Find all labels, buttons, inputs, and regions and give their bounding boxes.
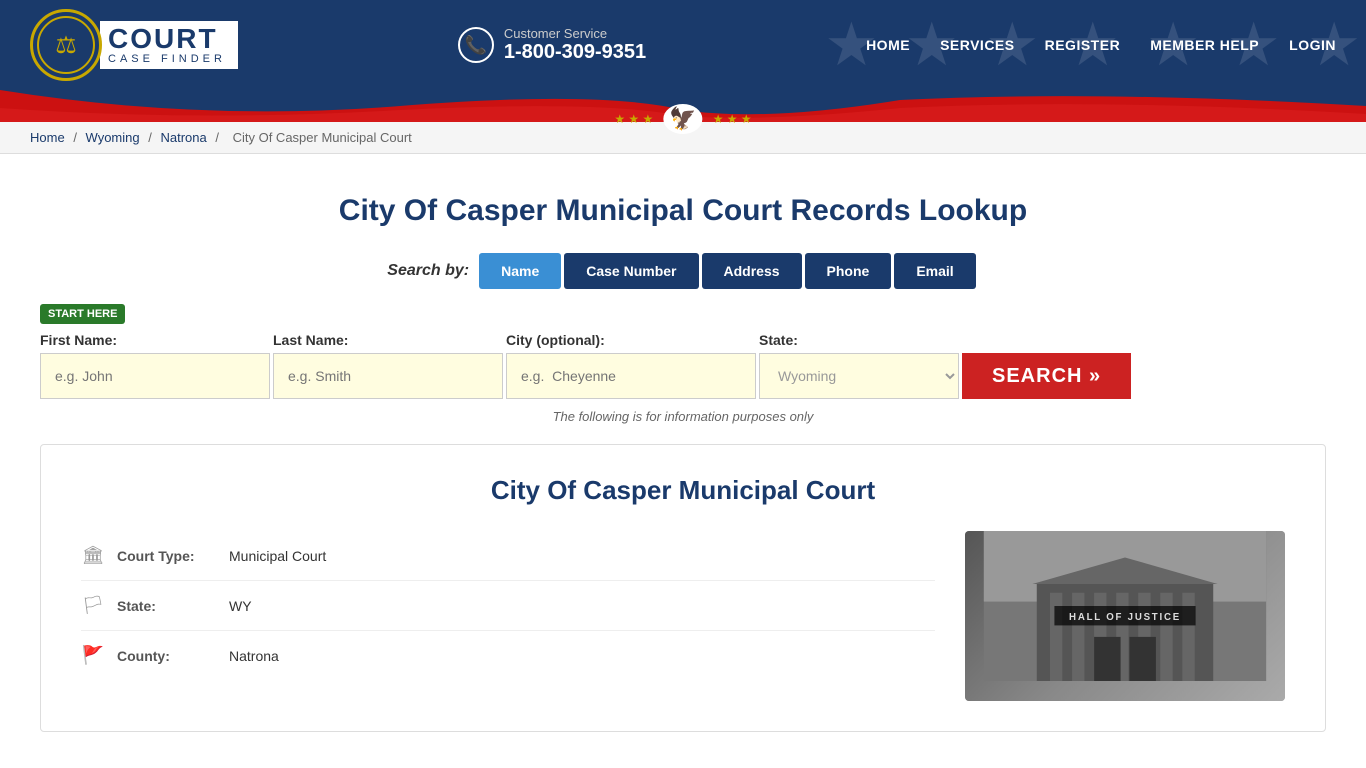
first-name-label: First Name: (40, 332, 270, 348)
breadcrumb-current: City Of Casper Municipal Court (233, 130, 412, 145)
county-row: 🚩 County: Natrona (81, 631, 935, 680)
gavel-icon: ⚖ (55, 31, 77, 60)
eagle-stars-row: ★ ★ ★ 🦅 ★ ★ ★ (614, 104, 751, 134)
state-value: WY (229, 598, 252, 614)
last-name-input[interactable] (273, 353, 503, 399)
court-card: City Of Casper Municipal Court 🏛 Court T… (40, 444, 1326, 732)
court-image-placeholder: HALL OF JUSTICE (965, 531, 1285, 701)
search-form: First Name: Last Name: City (optional): … (40, 332, 1326, 399)
court-type-icon: 🏛 (81, 545, 105, 566)
state-row: 🏳 State: WY (81, 581, 935, 631)
page-title: City Of Casper Municipal Court Records L… (40, 194, 1326, 228)
logo-circle: ⚖ (30, 9, 102, 81)
court-type-row: 🏛 Court Type: Municipal Court (81, 531, 935, 581)
cs-label: Customer Service (504, 26, 646, 41)
court-details: 🏛 Court Type: Municipal Court 🏳 State: W… (81, 531, 935, 701)
nav-home[interactable]: HOME (866, 37, 910, 53)
eagle-icon: 🦅 (663, 104, 702, 134)
first-name-group: First Name: (40, 332, 270, 399)
state-icon: 🏳 (81, 595, 105, 616)
tab-name[interactable]: Name (479, 253, 561, 289)
breadcrumb-sep-2: / (148, 130, 155, 145)
search-by-label: Search by: (387, 262, 469, 280)
wave-eagle-bar: ★ ★ ★ 🦅 ★ ★ ★ (0, 90, 1366, 122)
svg-text:HALL OF JUSTICE: HALL OF JUSTICE (1069, 612, 1181, 623)
stars-left: ★ ★ ★ (614, 112, 653, 126)
county-icon: 🚩 (81, 645, 105, 666)
breadcrumb-natrona[interactable]: Natrona (160, 130, 206, 145)
search-button[interactable]: SEARCH » (962, 353, 1131, 399)
state-group: State: Wyoming Alabama Alaska Arizona (759, 332, 959, 399)
search-by-row: Search by: Name Case Number Address Phon… (40, 253, 1326, 289)
breadcrumb-home[interactable]: Home (30, 130, 65, 145)
site-header: ★ ★ ★ ★ ★ ★ ★ ⚖ COURT CASE FINDER 📞 Cust… (0, 0, 1366, 90)
main-content: City Of Casper Municipal Court Records L… (0, 154, 1366, 752)
nav-login[interactable]: LOGIN (1289, 37, 1336, 53)
city-input[interactable] (506, 353, 756, 399)
state-select[interactable]: Wyoming Alabama Alaska Arizona (759, 353, 959, 399)
nav-register[interactable]: REGISTER (1045, 37, 1121, 53)
tab-address[interactable]: Address (702, 253, 802, 289)
court-building-svg: HALL OF JUSTICE (965, 531, 1285, 681)
court-type-label: Court Type: (117, 548, 217, 564)
phone-icon: 📞 (458, 27, 494, 63)
cs-text: Customer Service 1-800-309-9351 (504, 26, 646, 64)
tab-phone[interactable]: Phone (805, 253, 892, 289)
info-note: The following is for information purpose… (40, 409, 1326, 424)
court-card-title: City Of Casper Municipal Court (81, 475, 1285, 506)
tab-email[interactable]: Email (894, 253, 975, 289)
logo-area: ⚖ COURT CASE FINDER (30, 9, 238, 81)
county-value: Natrona (229, 648, 279, 664)
customer-service: 📞 Customer Service 1-800-309-9351 (458, 26, 646, 64)
main-nav: HOME SERVICES REGISTER MEMBER HELP LOGIN (866, 37, 1336, 53)
city-label: City (optional): (506, 332, 756, 348)
logo-text-area: COURT CASE FINDER (100, 21, 238, 69)
cs-phone: 1-800-309-9351 (504, 41, 646, 64)
court-info-layout: 🏛 Court Type: Municipal Court 🏳 State: W… (81, 531, 1285, 701)
first-name-input[interactable] (40, 353, 270, 399)
county-label: County: (117, 648, 217, 664)
start-here-badge: START HERE (40, 304, 125, 324)
court-image: HALL OF JUSTICE (965, 531, 1285, 701)
city-group: City (optional): (506, 332, 756, 399)
state-label-card: State: (117, 598, 217, 614)
logo-circle-inner: ⚖ (37, 16, 95, 74)
nav-member-help[interactable]: MEMBER HELP (1150, 37, 1259, 53)
breadcrumb-sep-3: / (215, 130, 222, 145)
breadcrumb-wyoming[interactable]: Wyoming (86, 130, 140, 145)
stars-right: ★ ★ ★ (713, 112, 752, 126)
last-name-label: Last Name: (273, 332, 503, 348)
court-type-value: Municipal Court (229, 548, 326, 564)
breadcrumb-sep-1: / (73, 130, 80, 145)
last-name-group: Last Name: (273, 332, 503, 399)
nav-services[interactable]: SERVICES (940, 37, 1015, 53)
tab-case-number[interactable]: Case Number (564, 253, 698, 289)
state-label: State: (759, 332, 959, 348)
logo-court-text: COURT (108, 25, 226, 53)
logo-case-finder-text: CASE FINDER (108, 53, 226, 65)
